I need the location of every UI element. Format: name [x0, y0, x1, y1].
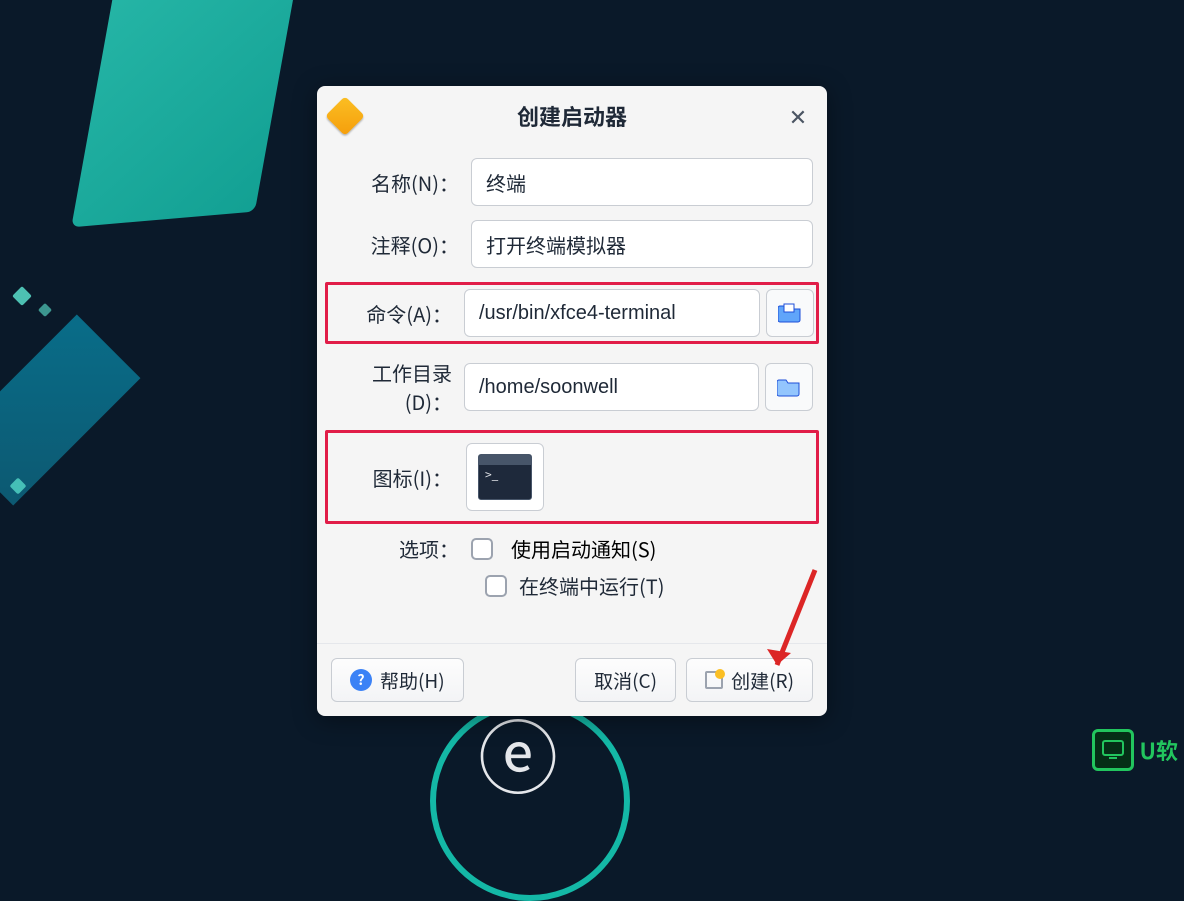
button-bar: ? 帮助(H) 取消(C) 创建(R) [317, 643, 827, 716]
command-browse-button[interactable] [766, 289, 814, 337]
startup-notify-label: 使用启动通知(S) [511, 534, 656, 563]
close-button[interactable]: ✕ [783, 101, 813, 131]
name-input[interactable] [471, 158, 813, 206]
workdir-label: 工作目录(D)： [331, 358, 464, 416]
background-dot [38, 303, 52, 317]
cancel-button-label: 取消(C) [594, 667, 657, 694]
workdir-browse-button[interactable] [765, 363, 813, 411]
create-button[interactable]: 创建(R) [686, 658, 813, 702]
titlebar: 创建启动器 ✕ [317, 86, 827, 146]
help-button[interactable]: ? 帮助(H) [331, 658, 464, 702]
icon-label: 图标(I)： [330, 463, 464, 492]
comment-input[interactable] [471, 220, 813, 268]
comment-row: 注释(O)： [329, 220, 815, 268]
background-shape [0, 315, 140, 506]
new-document-icon [705, 671, 723, 689]
name-label: 名称(N)： [331, 168, 471, 197]
create-button-label: 创建(R) [731, 667, 794, 694]
run-in-terminal-label: 在终端中运行(T) [519, 571, 665, 600]
form-area: 名称(N)： 注释(O)： 命令(A)： 工作目录(D)： [317, 146, 827, 612]
run-in-terminal-row: 在终端中运行(T) [329, 571, 815, 600]
create-launcher-dialog: 创建启动器 ✕ 名称(N)： 注释(O)： 命令(A)： [317, 86, 827, 716]
icon-row-highlighted: 图标(I)： >_ [325, 430, 819, 524]
workdir-row: 工作目录(D)： [329, 358, 815, 416]
run-in-terminal-checkbox[interactable] [485, 575, 507, 597]
watermark: U软 [1086, 725, 1184, 775]
name-row: 名称(N)： [329, 158, 815, 206]
icon-chooser-button[interactable]: >_ [466, 443, 544, 511]
terminal-icon: >_ [478, 454, 532, 500]
background-shape [71, 0, 308, 227]
background-dot [12, 286, 32, 306]
help-button-label: 帮助(H) [380, 667, 445, 694]
cancel-button[interactable]: 取消(C) [575, 658, 676, 702]
watermark-text: U软 [1140, 734, 1178, 766]
file-open-icon [778, 303, 802, 323]
command-row-highlighted: 命令(A)： [325, 282, 819, 344]
folder-icon [777, 377, 801, 397]
help-icon: ? [350, 669, 372, 691]
options-label: 选项： [331, 534, 471, 563]
options-row: 选项： 使用启动通知(S) [329, 534, 815, 563]
command-label: 命令(A)： [330, 299, 464, 328]
comment-label: 注释(O)： [331, 230, 471, 259]
workdir-input[interactable] [464, 363, 759, 411]
startup-notify-checkbox[interactable] [471, 538, 493, 560]
watermark-badge-icon [1092, 729, 1134, 771]
dialog-title: 创建启动器 [317, 100, 827, 132]
command-input[interactable] [464, 289, 760, 337]
